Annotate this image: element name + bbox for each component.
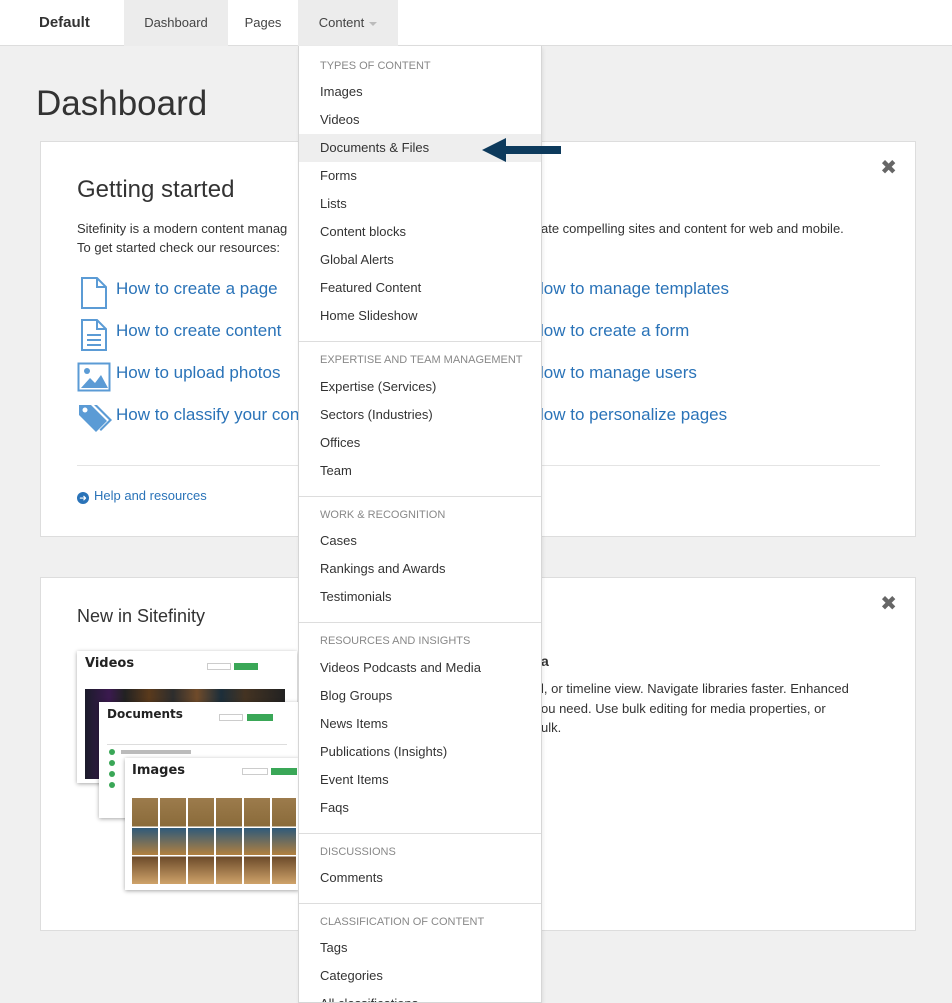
menu-section-header: Types of content [320, 60, 431, 72]
menu-item-rankings-awards[interactable]: Rankings and Awards [299, 555, 541, 583]
content-dropdown-menu: Types of content Images Videos Documents… [298, 46, 542, 1003]
tab-dashboard[interactable]: Dashboard [124, 0, 228, 46]
screenshot-button [207, 663, 231, 670]
status-dot [109, 760, 115, 766]
screenshot-upload-button [271, 768, 297, 775]
menu-item-content-blocks[interactable]: Content blocks [299, 218, 541, 246]
status-dot [109, 782, 115, 788]
status-dot [109, 771, 115, 777]
menu-item-comments[interactable]: Comments [299, 864, 541, 892]
table-row [121, 750, 191, 754]
image-icon [77, 362, 111, 392]
tab-dashboard-label: Dashboard [144, 15, 208, 30]
menu-item-featured-content[interactable]: Featured Content [299, 274, 541, 302]
menu-item-cases[interactable]: Cases [299, 527, 541, 555]
menu-item-categories[interactable]: Categories [299, 962, 541, 990]
menu-item-images[interactable]: Images [299, 78, 541, 106]
link-manage-users[interactable]: low to manage users [540, 363, 697, 383]
menu-item-offices[interactable]: Offices [299, 429, 541, 457]
description-line-1: Sitefinity is a modern content manag [77, 221, 288, 236]
screenshot-button [219, 714, 243, 721]
link-personalize-pages[interactable]: low to personalize pages [540, 405, 727, 425]
menu-section-header: Discussions [320, 846, 396, 858]
feature-description-line-3: ulk. [541, 720, 562, 735]
feature-description-line-2: ou need. Use bulk editing for media prop… [541, 700, 826, 716]
status-dot [109, 749, 115, 755]
new-in-sitefinity-title: New in Sitefinity [77, 606, 206, 626]
menu-item-blog-groups[interactable]: Blog Groups [299, 682, 541, 710]
menu-item-news-items[interactable]: News Items [299, 710, 541, 738]
menu-item-videos-podcasts-media[interactable]: Videos Podcasts and Media [299, 654, 541, 682]
menu-item-tags[interactable]: Tags [299, 934, 541, 962]
screenshot-upload-button [247, 714, 273, 721]
link-classify-content[interactable]: How to classify your cont [116, 405, 304, 425]
menu-divider [299, 341, 541, 342]
close-icon[interactable]: ✖ [880, 594, 897, 614]
getting-started-description: Sitefinity is a modern content manag To … [77, 219, 287, 257]
menu-item-expertise[interactable]: Expertise (Services) [299, 373, 541, 401]
menu-item-testimonials[interactable]: Testimonials [299, 583, 541, 611]
screenshot-button [242, 768, 268, 775]
menu-section-header: Resources and insights [320, 635, 471, 647]
arrow-circle-icon: ➜ [77, 492, 89, 504]
chevron-down-icon [369, 21, 378, 26]
screenshot-upload-button [234, 663, 258, 670]
close-icon[interactable]: ✖ [880, 158, 897, 178]
menu-item-lists[interactable]: Lists [299, 190, 541, 218]
feature-description-line-1: l, or timeline view. Navigate libraries … [541, 681, 849, 696]
menu-section-header: Work & recognition [320, 509, 446, 521]
menu-item-global-alerts[interactable]: Global Alerts [299, 246, 541, 274]
menu-item-team[interactable]: Team [299, 457, 541, 485]
menu-item-forms[interactable]: Forms [299, 162, 541, 190]
link-manage-templates[interactable]: low to manage templates [540, 279, 729, 299]
menu-item-faqs[interactable]: Faqs [299, 794, 541, 822]
tab-pages-label: Pages [244, 15, 282, 30]
description-line-1-continued: ate compelling sites and content for web… [541, 221, 844, 236]
menu-divider [299, 496, 541, 497]
getting-started-title: Getting started [77, 176, 235, 203]
page-title: Dashboard [36, 84, 208, 123]
tab-content[interactable]: Content [298, 0, 398, 46]
menu-item-home-slideshow[interactable]: Home Slideshow [299, 302, 541, 330]
feature-description: l, or timeline view. Navigate libraries … [541, 679, 849, 738]
menu-item-videos[interactable]: Videos [299, 106, 541, 134]
top-navigation-bar: Default Dashboard Pages Content [0, 0, 952, 46]
link-create-form[interactable]: low to create a form [540, 321, 689, 341]
menu-divider [299, 833, 541, 834]
document-icon [81, 319, 107, 351]
tab-pages[interactable]: Pages [228, 0, 298, 46]
table-header-line [107, 744, 287, 745]
link-create-page[interactable]: How to create a page [116, 279, 278, 299]
menu-item-sectors[interactable]: Sectors (Industries) [299, 401, 541, 429]
screenshot-title-documents: Documents [107, 707, 183, 721]
page-icon [81, 277, 107, 309]
description-line-2: To get started check our resources: [77, 240, 281, 255]
tab-content-label: Content [318, 15, 365, 30]
menu-divider [299, 622, 541, 623]
images-screenshot: Images [125, 758, 299, 890]
link-create-content[interactable]: How to create content [116, 321, 281, 341]
screenshot-title-images: Images [132, 763, 186, 778]
screenshot-title-videos: Videos [85, 656, 135, 671]
feature-heading: a [541, 653, 549, 669]
help-and-resources-label: Help and resources [94, 488, 207, 503]
help-and-resources-link[interactable]: ➜ Help and resources [77, 488, 207, 504]
menu-item-publications[interactable]: Publications (Insights) [299, 738, 541, 766]
menu-section-header: Classification of content [320, 916, 485, 928]
tags-icon [79, 405, 112, 432]
menu-divider [299, 903, 541, 904]
left-arrow-icon [482, 138, 561, 162]
site-selector[interactable]: Default [39, 14, 90, 31]
menu-item-event-items[interactable]: Event Items [299, 766, 541, 794]
link-upload-photos[interactable]: How to upload photos [116, 363, 280, 383]
menu-section-header: Expertise and team management [320, 354, 523, 366]
menu-item-all-classifications[interactable]: All classifications [299, 990, 541, 1002]
image-thumbnails [132, 798, 296, 884]
